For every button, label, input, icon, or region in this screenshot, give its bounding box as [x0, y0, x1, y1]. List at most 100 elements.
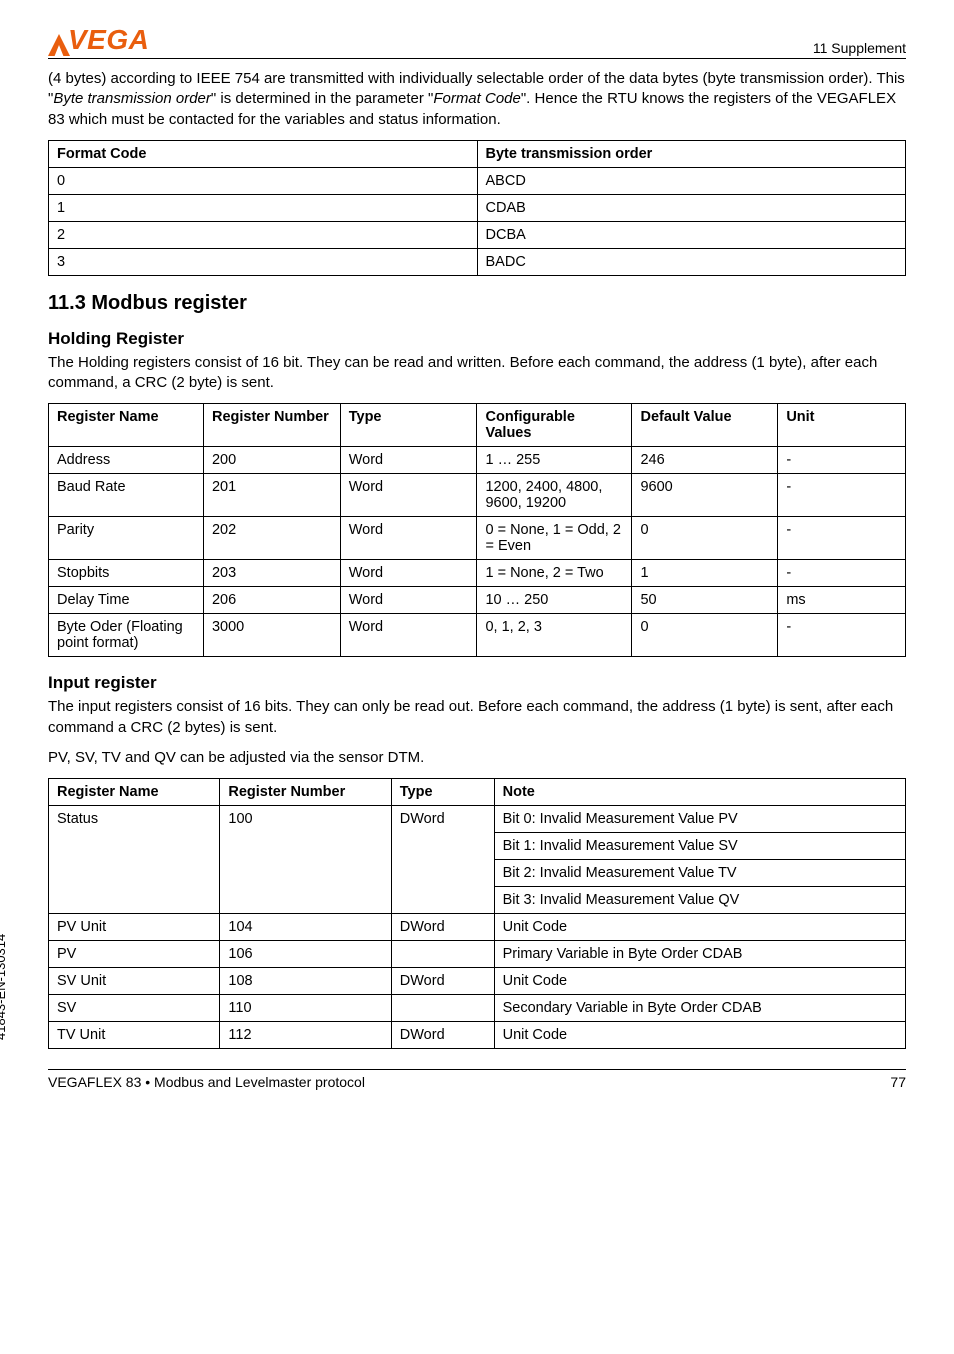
table-row: Status 100 DWord Bit 0: Invalid Measurem… — [49, 806, 906, 833]
cell: 104 — [220, 914, 391, 941]
cell: - — [778, 474, 906, 517]
cell: 0 = None, 1 = Odd, 2 = Even — [477, 517, 632, 560]
logo-text: VEGA — [48, 24, 149, 56]
cell: Primary Variable in Byte Order CDAB — [494, 941, 905, 968]
cell: Word — [340, 587, 477, 614]
section-title-11-3: 11.3 Modbus register — [48, 292, 906, 315]
cell: - — [778, 447, 906, 474]
cell: Unit Code — [494, 968, 905, 995]
table-row: Parity202Word0 = None, 1 = Odd, 2 = Even… — [49, 517, 906, 560]
cell: SV Unit — [49, 968, 220, 995]
cell: 246 — [632, 447, 778, 474]
input-register-table: Register Name Register Number Type Note … — [48, 778, 906, 1049]
th: Register Number — [220, 779, 391, 806]
th: Register Name — [49, 404, 204, 447]
table-row: SV Unit108DWordUnit Code — [49, 968, 906, 995]
cell: 3 — [49, 248, 478, 275]
cell: Word — [340, 447, 477, 474]
intro-em-1: Byte transmission order — [53, 90, 211, 107]
cell: Baud Rate — [49, 474, 204, 517]
cell: Unit Code — [494, 914, 905, 941]
format-code-table: Format Code Byte transmission order 0ABC… — [48, 140, 906, 276]
cell: 201 — [203, 474, 340, 517]
page-footer: VEGAFLEX 83 • Modbus and Levelmaster pro… — [48, 1069, 906, 1090]
cell: 100 — [220, 806, 391, 914]
holding-register-title: Holding Register — [48, 329, 906, 349]
cell: PV Unit — [49, 914, 220, 941]
cell: Word — [340, 614, 477, 657]
cell: Word — [340, 474, 477, 517]
logo-label: VEGA — [68, 24, 149, 56]
cell: Bit 0: Invalid Measurement Value PV — [494, 806, 905, 833]
cell: 0 — [632, 614, 778, 657]
input-register-title: Input register — [48, 673, 906, 693]
cell: 0, 1, 2, 3 — [477, 614, 632, 657]
input-desc: The input registers consist of 16 bits. … — [48, 697, 906, 738]
th: Note — [494, 779, 905, 806]
input-desc2: PV, SV, TV and QV can be adjusted via th… — [48, 748, 906, 768]
table-row: PV106 Primary Variable in Byte Order CDAB — [49, 941, 906, 968]
cell: 2 — [49, 221, 478, 248]
footer-left: VEGAFLEX 83 • Modbus and Levelmaster pro… — [48, 1074, 365, 1090]
cell: 112 — [220, 1022, 391, 1049]
cell — [391, 941, 494, 968]
cell: DWord — [391, 914, 494, 941]
table-row: 0ABCD — [49, 167, 906, 194]
table-row: PV Unit104DWordUnit Code — [49, 914, 906, 941]
th: Configurable Values — [477, 404, 632, 447]
intro-paragraph: (4 bytes) according to IEEE 754 are tran… — [48, 69, 906, 130]
cell: Bit 1: Invalid Measurement Value SV — [494, 833, 905, 860]
cell: DWord — [391, 806, 494, 914]
cell: Address — [49, 447, 204, 474]
document-id: 41843-EN-130314 — [0, 934, 8, 1040]
cell: Secondary Variable in Byte Order CDAB — [494, 995, 905, 1022]
cell: - — [778, 614, 906, 657]
logo-mark-icon — [48, 31, 66, 49]
cell: 3000 — [203, 614, 340, 657]
th: Type — [391, 779, 494, 806]
cell: Stopbits — [49, 560, 204, 587]
table-row: Byte Oder (Float­ing point format)3000Wo… — [49, 614, 906, 657]
intro-em-2: Format Code — [433, 90, 521, 107]
table-row: Register Name Register Number Type Note — [49, 779, 906, 806]
table-row: 2DCBA — [49, 221, 906, 248]
table-row: TV Unit112DWordUnit Code — [49, 1022, 906, 1049]
cell: Unit Code — [494, 1022, 905, 1049]
th-byte-order: Byte transmission order — [477, 140, 906, 167]
cell: DWord — [391, 968, 494, 995]
cell: Delay Time — [49, 587, 204, 614]
cell: 50 — [632, 587, 778, 614]
section-label: 11 Supplement — [813, 40, 906, 56]
cell: 108 — [220, 968, 391, 995]
table-row: SV110 Secondary Variable in Byte Order CD… — [49, 995, 906, 1022]
cell: 1200, 2400, 4800, 9600, 19200 — [477, 474, 632, 517]
cell: ms — [778, 587, 906, 614]
cell: CDAB — [477, 194, 906, 221]
cell: Status — [49, 806, 220, 914]
cell: PV — [49, 941, 220, 968]
cell: SV — [49, 995, 220, 1022]
cell: DCBA — [477, 221, 906, 248]
cell: TV Unit — [49, 1022, 220, 1049]
cell: 10 … 250 — [477, 587, 632, 614]
th: Register Name — [49, 779, 220, 806]
logo: VEGA — [48, 24, 149, 56]
th: Unit — [778, 404, 906, 447]
th: Register Num­ber — [203, 404, 340, 447]
cell: Byte Oder (Float­ing point format) — [49, 614, 204, 657]
cell: 110 — [220, 995, 391, 1022]
cell: 0 — [49, 167, 478, 194]
holding-desc: The Holding registers consist of 16 bit.… — [48, 353, 906, 394]
cell: 203 — [203, 560, 340, 587]
table-row: 1CDAB — [49, 194, 906, 221]
cell: 106 — [220, 941, 391, 968]
table-row: 3BADC — [49, 248, 906, 275]
th: Type — [340, 404, 477, 447]
table-row: Register Name Register Num­ber Type Conf… — [49, 404, 906, 447]
cell: 200 — [203, 447, 340, 474]
cell: - — [778, 560, 906, 587]
cell: Word — [340, 560, 477, 587]
table-row: Address200Word1 … 255246- — [49, 447, 906, 474]
table-row: Format Code Byte transmission order — [49, 140, 906, 167]
cell: Bit 2: Invalid Measurement Value TV — [494, 860, 905, 887]
